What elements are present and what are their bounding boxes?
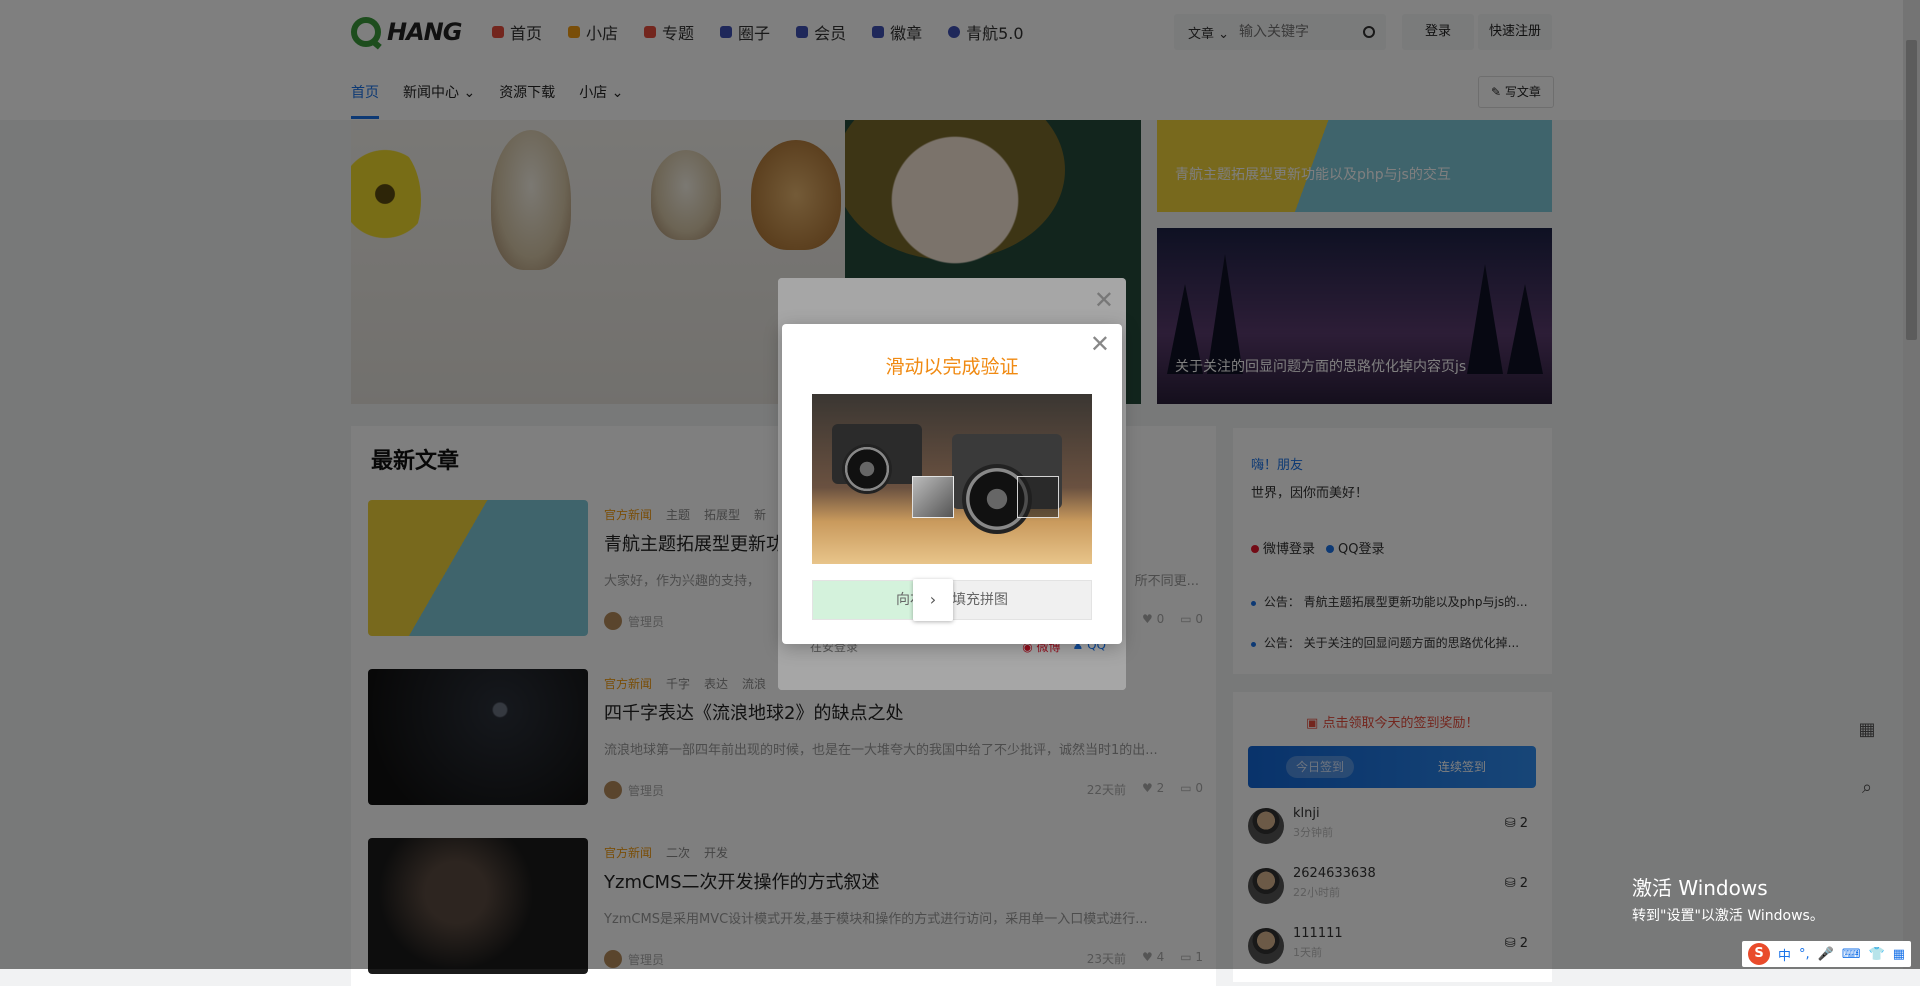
puzzle-gap: [1017, 476, 1059, 518]
captcha-puzzle-image: [812, 394, 1092, 564]
watermark-line2: 转到"设置"以激活 Windows。: [1632, 908, 1824, 924]
slider-handle[interactable]: ›: [913, 579, 953, 621]
captcha-title: 滑动以完成验证: [885, 356, 1019, 378]
keyboard-icon[interactable]: ⌨: [1842, 947, 1861, 962]
slider-captcha-dialog: ✕ 滑动以完成验证 向右滑动填充拼图 ›: [782, 324, 1122, 644]
sogou-logo-icon[interactable]: S: [1748, 943, 1770, 965]
ime-toolbar: S 中 °, 🎤 ⌨ 👕 ▦: [1742, 941, 1912, 967]
windows-activation-watermark: 激活 Windows 转到"设置"以激活 Windows。: [1632, 872, 1824, 925]
microphone-icon[interactable]: 🎤: [1818, 947, 1834, 962]
menu-grid-icon[interactable]: ▦: [1893, 947, 1905, 962]
captcha-slider-track[interactable]: 向右滑动填充拼图 ›: [812, 579, 1092, 621]
watermark-line1: 激活 Windows: [1632, 876, 1768, 900]
close-icon[interactable]: ✕: [1094, 286, 1114, 314]
punctuation-icon[interactable]: °,: [1799, 947, 1810, 962]
lens-shape: [842, 444, 892, 494]
ime-language-toggle[interactable]: 中: [1778, 945, 1791, 964]
skin-icon[interactable]: 👕: [1869, 947, 1885, 962]
puzzle-piece[interactable]: [912, 476, 954, 518]
